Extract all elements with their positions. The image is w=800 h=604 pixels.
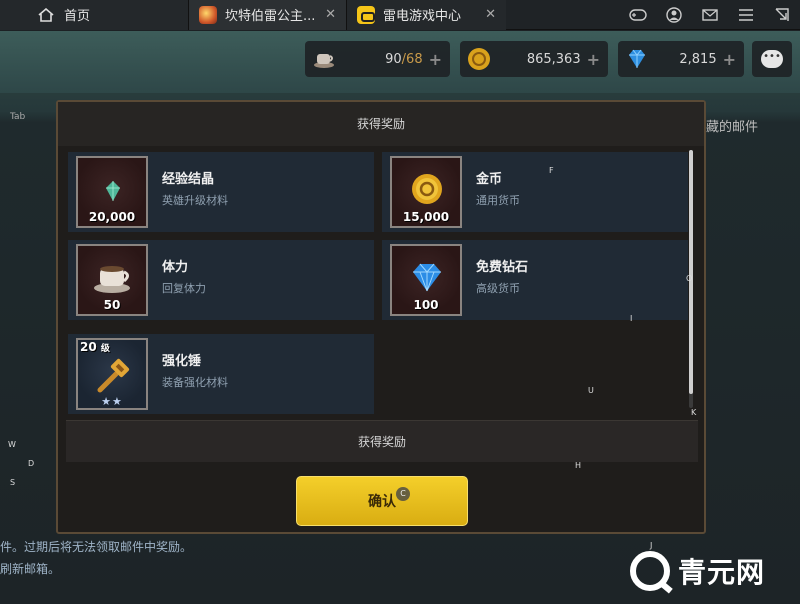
reward-name: 强化锤 (162, 354, 202, 369)
reward-stars: ★★ (101, 395, 123, 408)
window-controls (620, 0, 800, 30)
diamond-icon (413, 263, 441, 292)
watermark-logo-icon (630, 551, 670, 591)
reward-thumb: 15,000 (390, 156, 462, 228)
reward-quantity: 15,000 (402, 210, 450, 224)
add-gold-button[interactable]: + (587, 50, 600, 69)
confirm-label: 确认 (368, 494, 396, 510)
close-tab-icon[interactable]: ✕ (325, 7, 336, 22)
reward-desc: 装备强化材料 (162, 376, 228, 389)
reward-quantity: 100 (413, 298, 439, 312)
add-diamond-button[interactable]: + (723, 50, 736, 69)
menu-icon[interactable] (728, 0, 764, 30)
diamond-counter: 2,815 + (618, 41, 744, 77)
key-hint-o: O (686, 274, 693, 283)
scrollbar-thumb[interactable] (689, 150, 693, 394)
key-hint-f: F (549, 166, 554, 175)
reward-thumb: 20 级 ★★ (76, 338, 148, 410)
mail-tab-fragment[interactable]: 藏的邮件 (706, 116, 758, 135)
gold-coin-icon (468, 48, 490, 70)
stamina-counter: 90/68 + (305, 41, 450, 77)
reward-item-exp-crystal[interactable]: 20,000 经验结晶 英雄升级材料 (68, 152, 374, 232)
mail-notice-line-1: 件。过期后将无法领取邮件中奖励。 (0, 540, 193, 554)
reward-quantity: 50 (103, 298, 121, 312)
reward-quantity: 20,000 (88, 210, 136, 224)
gamepad-favicon-icon (357, 5, 375, 24)
reward-thumb: 50 (76, 244, 148, 316)
reward-name: 金币 (476, 172, 503, 187)
reward-item-hammer[interactable]: 20 级 ★★ 强化锤 装备强化材料 (68, 334, 374, 414)
reward-level: 20 级 (80, 340, 110, 354)
watermark-text: 青元网 (678, 556, 766, 589)
tab-home-label: 首页 (64, 9, 91, 24)
watermark: 青元网 (630, 548, 765, 594)
reward-desc: 回复体力 (162, 282, 206, 295)
browser-tabbar: 首页 坎特伯雷公主... ✕ 雷电游戏中心 ✕ (0, 0, 800, 30)
gamepad-icon[interactable] (620, 0, 656, 30)
chat-button[interactable]: ••• (752, 41, 792, 77)
tab-game-center-label: 雷电游戏中心 (383, 9, 462, 24)
coffee-cup-icon (314, 54, 334, 68)
reward-desc: 高级货币 (476, 282, 520, 295)
gold-value: 865,363 (526, 51, 581, 67)
reward-desc: 通用货币 (476, 194, 520, 207)
reward-item-gold[interactable]: 15,000 金币 通用货币 (382, 152, 688, 232)
reward-name: 经验结晶 (162, 172, 215, 187)
tab-game-center[interactable]: 雷电游戏中心 ✕ (346, 0, 506, 30)
reward-thumb: 20,000 (76, 156, 148, 228)
key-hint-i: I (630, 314, 633, 323)
key-hint-w: W (8, 440, 16, 449)
gold-coin-icon (412, 174, 442, 204)
coffee-cup-icon (94, 266, 130, 293)
reward-list: 20,000 经验结晶 英雄升级材料 15,000 金币 通用货币 50 体力 … (66, 148, 696, 418)
user-icon[interactable] (656, 0, 692, 30)
collapse-icon[interactable] (764, 0, 800, 30)
key-hint-h: H (575, 461, 582, 470)
key-hint-c: C (396, 487, 410, 501)
tab-home[interactable]: 首页 (0, 0, 188, 30)
reward-modal: 获得奖励 20,000 经验结晶 英雄升级材料 15,000 金币 通用货币 5… (56, 100, 706, 534)
crystal-icon (106, 181, 120, 201)
add-stamina-button[interactable]: + (429, 50, 442, 69)
confirm-button[interactable]: 确认 C (296, 476, 468, 526)
reward-item-stamina[interactable]: 50 体力 回复体力 (68, 240, 374, 320)
tab-game[interactable]: 坎特伯雷公主... ✕ (188, 0, 346, 30)
key-hint-s: S (10, 478, 16, 487)
mail-icon[interactable] (692, 0, 728, 30)
reward-name: 体力 (162, 260, 189, 275)
home-icon (38, 7, 54, 22)
hammer-icon (97, 358, 130, 393)
mail-notice-line-2: 刷新邮箱。 (0, 562, 61, 576)
key-hint-k: K (691, 408, 697, 417)
tab-hint: Tab (10, 112, 26, 122)
diamond-icon (629, 49, 645, 68)
modal-footer-title: 获得奖励 (66, 420, 698, 462)
gold-counter: 865,363 + (460, 41, 608, 77)
reward-desc: 英雄升级材料 (162, 194, 228, 207)
reward-item-diamond[interactable]: 100 免费钻石 高级货币 (382, 240, 688, 320)
game-favicon-icon (199, 5, 217, 24)
modal-title: 获得奖励 (58, 102, 704, 146)
tab-game-label: 坎特伯雷公主... (225, 9, 316, 24)
reward-thumb: 100 (390, 244, 462, 316)
reward-name: 免费钻石 (476, 260, 529, 275)
chat-bubble-icon: ••• (761, 50, 783, 68)
key-hint-u: U (588, 386, 594, 395)
key-hint-d: D (28, 459, 35, 468)
diamond-value: 2,815 (679, 51, 717, 67)
close-tab-icon[interactable]: ✕ (485, 7, 496, 22)
stamina-value: 90/68 (385, 51, 423, 67)
